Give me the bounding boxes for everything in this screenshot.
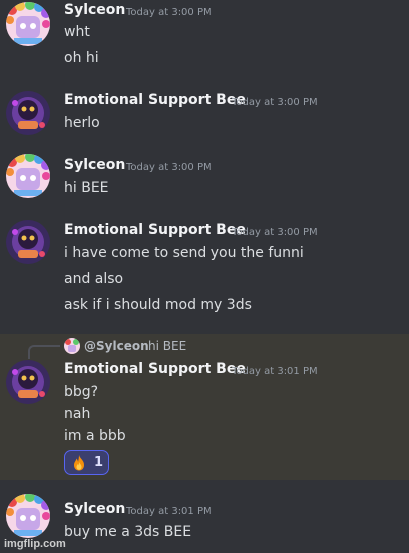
message-text: nah	[64, 406, 91, 422]
author-name[interactable]: Emotional Support Bee	[64, 361, 246, 377]
message-text: wht	[64, 24, 90, 40]
avatar-sylceon[interactable]	[6, 154, 50, 198]
reply-avatar[interactable]	[64, 338, 80, 354]
avatar-sylceon[interactable]	[6, 2, 50, 46]
message-text: and also	[64, 271, 124, 287]
message-highlight	[0, 334, 409, 480]
reaction-count: 1	[94, 455, 104, 470]
author-name[interactable]: Sylceon	[64, 501, 125, 517]
message-text: i have come to send you the funni	[64, 245, 304, 261]
timestamp: Today at 3:01 PM	[232, 366, 318, 377]
message-text: hi BEE	[64, 180, 109, 196]
avatar-sylceon[interactable]	[6, 494, 50, 538]
reaction-button[interactable]: 1	[64, 450, 109, 475]
message-text: im a bbb	[64, 428, 126, 444]
message-text: ask if i should mod my 3ds	[64, 297, 252, 313]
author-name[interactable]: Emotional Support Bee	[64, 92, 246, 108]
watermark: imgflip.com	[4, 538, 66, 550]
avatar-emotional-support-bee[interactable]	[6, 91, 50, 135]
message-text: oh hi	[64, 50, 99, 66]
timestamp: Today at 3:01 PM	[126, 506, 212, 517]
avatar-emotional-support-bee[interactable]	[6, 360, 50, 404]
reply-mention[interactable]: @Sylceon	[84, 339, 149, 353]
timestamp: Today at 3:00 PM	[126, 7, 212, 18]
author-name[interactable]: Sylceon	[64, 2, 125, 18]
timestamp: Today at 3:00 PM	[232, 227, 318, 238]
avatar-emotional-support-bee[interactable]	[6, 220, 50, 264]
timestamp: Today at 3:00 PM	[232, 97, 318, 108]
author-name[interactable]: Emotional Support Bee	[64, 222, 246, 238]
message-text: buy me a 3ds BEE	[64, 524, 192, 540]
reply-preview[interactable]: hi BEE	[148, 339, 186, 353]
fire-icon	[71, 454, 87, 471]
reply-spine	[28, 345, 60, 359]
author-name[interactable]: Sylceon	[64, 157, 125, 173]
timestamp: Today at 3:00 PM	[126, 162, 212, 173]
message-text: bbg?	[64, 384, 99, 400]
message-text: herlo	[64, 115, 100, 131]
